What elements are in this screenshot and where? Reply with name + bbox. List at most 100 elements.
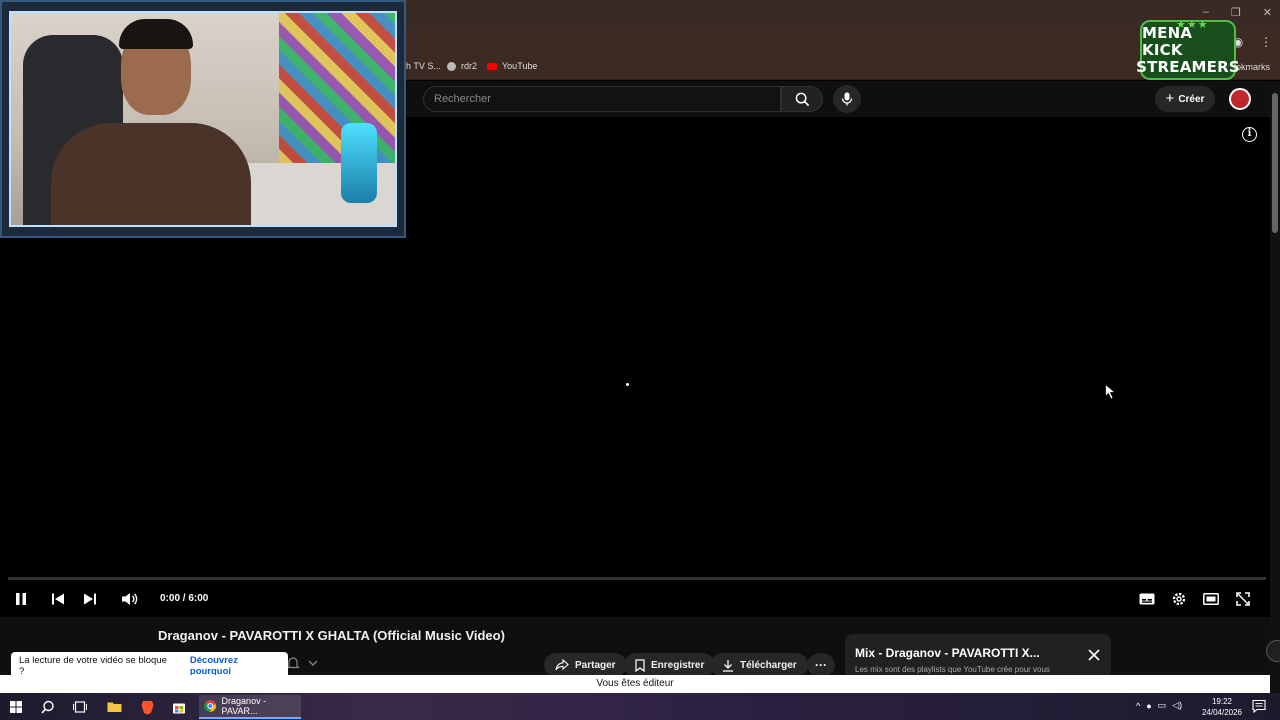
- learn-why-link[interactable]: Découvrez pourquoi: [190, 655, 280, 677]
- bookmark-label: YouTube: [502, 61, 538, 71]
- store-button[interactable]: [169, 697, 189, 717]
- folder-icon: [107, 702, 121, 712]
- close-icon[interactable]: [1087, 648, 1101, 662]
- skip-previous-icon: [52, 593, 64, 605]
- mix-title: Mix - Draganov - PAVAROTTI X...: [855, 646, 1040, 660]
- start-button[interactable]: [6, 697, 26, 717]
- bell-icon[interactable]: [286, 656, 300, 670]
- search-icon: [795, 92, 809, 106]
- bookmark-item[interactable]: h TV S...: [406, 61, 441, 71]
- miniplayer-button[interactable]: [1201, 590, 1221, 608]
- create-label: Créer: [1178, 93, 1205, 105]
- volume-button[interactable]: [120, 590, 140, 608]
- logo-stars: ★★★: [1176, 19, 1209, 31]
- bookmark-label: h TV S...: [406, 61, 441, 71]
- task-view-icon: [73, 701, 87, 713]
- file-explorer-button[interactable]: [104, 697, 124, 717]
- next-button[interactable]: [80, 590, 100, 608]
- menu-kebab-icon[interactable]: ⋮: [1258, 34, 1274, 50]
- taskbar-chrome-window[interactable]: Draganov - PAVAR...: [199, 695, 301, 719]
- more-actions-button[interactable]: ···: [807, 653, 835, 677]
- streamer-body: [51, 123, 251, 225]
- download-label: Télécharger: [740, 659, 797, 671]
- microphone-icon[interactable]: ●: [1146, 701, 1151, 711]
- subscription-controls: [286, 656, 318, 670]
- page-scrollbar[interactable]: [1270, 81, 1280, 693]
- subtitles-button[interactable]: [1137, 590, 1157, 608]
- mouse-cursor-icon: [1105, 384, 1117, 400]
- chrome-icon: [204, 700, 217, 712]
- restore-icon[interactable]: ❐: [1231, 6, 1241, 19]
- search-button[interactable]: [781, 86, 823, 112]
- microphone-icon: [841, 92, 853, 106]
- speaker-icon[interactable]: ◁): [1172, 700, 1182, 711]
- window-controls: – ❐ ✕: [1203, 6, 1272, 19]
- windows-icon: [10, 701, 22, 713]
- network-icon[interactable]: ▭: [1158, 700, 1167, 711]
- miniplayer-icon: [1203, 593, 1219, 605]
- webcam-feed: [9, 11, 397, 227]
- search-icon: [41, 700, 54, 714]
- store-bag-icon: [173, 703, 185, 714]
- bookmark-label: rdr2: [461, 61, 478, 71]
- system-clock[interactable]: 19:22 24/04/2026: [1200, 696, 1244, 718]
- pause-button[interactable]: [11, 590, 31, 608]
- create-button[interactable]: + Créer: [1155, 86, 1215, 112]
- bookmark-item[interactable]: YouTube: [487, 61, 537, 71]
- share-button[interactable]: Partager: [544, 653, 627, 677]
- bookmark-item[interactable]: rdr2: [447, 61, 477, 71]
- previous-button[interactable]: [48, 590, 68, 608]
- avatar[interactable]: [1229, 88, 1251, 110]
- gear-icon: [1172, 592, 1186, 606]
- info-icon[interactable]: i: [1242, 127, 1257, 142]
- fullscreen-button[interactable]: [1233, 590, 1253, 608]
- voice-search-button[interactable]: [833, 85, 861, 113]
- clock-time: 19:22: [1211, 697, 1233, 706]
- save-button[interactable]: Enregistrer: [624, 653, 716, 677]
- video-title: Draganov - PAVAROTTI X GHALTA (Official …: [158, 628, 505, 643]
- screen: – ❐ ✕ ⇄ ⧉ ☆ ◉ ⋮ h TV S... rdr2 YouTube o…: [0, 0, 1280, 720]
- globe-icon: [447, 61, 456, 71]
- volume-icon: [122, 593, 138, 605]
- clock-date: 24/04/2026: [1201, 708, 1243, 717]
- task-view-button[interactable]: [70, 697, 90, 717]
- search-input[interactable]: Rechercher: [423, 86, 781, 112]
- brave-browser-button[interactable]: [137, 697, 157, 717]
- scrollbar-thumb[interactable]: [1272, 93, 1278, 233]
- save-label: Enregistrer: [651, 659, 705, 671]
- editor-mode-bar: Vous êtes éditeur: [0, 675, 1270, 693]
- close-window-icon[interactable]: ✕: [1263, 6, 1272, 19]
- notification-center-icon[interactable]: [1252, 699, 1266, 713]
- player-controls: 0:00 / 6:00: [0, 586, 1270, 612]
- taskbar-window-label: Draganov - PAVAR...: [221, 696, 267, 716]
- loading-spinner-icon: [626, 383, 629, 386]
- chevron-down-icon[interactable]: [308, 659, 318, 667]
- youtube-icon: [487, 62, 497, 70]
- graffiti-poster: [279, 13, 395, 163]
- logo-line-2: STREAMERS: [1136, 57, 1240, 76]
- toast-text: La lecture de votre vidéo se bloque ?: [19, 654, 167, 677]
- progress-bar[interactable]: [8, 577, 1266, 580]
- rgb-microphone: [341, 123, 377, 203]
- download-icon: [723, 659, 733, 672]
- fullscreen-icon: [1236, 592, 1250, 606]
- download-button[interactable]: Télécharger: [711, 653, 808, 677]
- time-display: 0:00 / 6:00: [160, 593, 209, 604]
- share-label: Partager: [575, 659, 616, 671]
- taskbar-search-button[interactable]: [38, 697, 58, 717]
- pause-icon: [16, 593, 26, 605]
- settings-button[interactable]: [1169, 590, 1189, 608]
- more-horizontal-icon: ···: [815, 658, 827, 672]
- plus-icon: +: [1165, 90, 1175, 107]
- share-icon: [555, 659, 569, 671]
- mix-subtitle: Les mix sont des playlists que YouTube c…: [855, 665, 1050, 674]
- subtitles-icon: [1139, 593, 1155, 605]
- bookmark-icon: [635, 658, 645, 672]
- brave-lion-icon: [141, 700, 153, 714]
- streamer-hair: [119, 19, 193, 49]
- windows-taskbar: Draganov - PAVAR... ^ ● ▭ ◁) 19:22 24/04…: [0, 693, 1280, 720]
- webcam-overlay: [0, 0, 406, 238]
- system-tray: ^ ● ▭ ◁): [1136, 700, 1182, 711]
- channel-logo: ★★★ MENA KICK STREAMERS: [1136, 19, 1240, 80]
- chevron-up-icon[interactable]: ^: [1136, 701, 1140, 711]
